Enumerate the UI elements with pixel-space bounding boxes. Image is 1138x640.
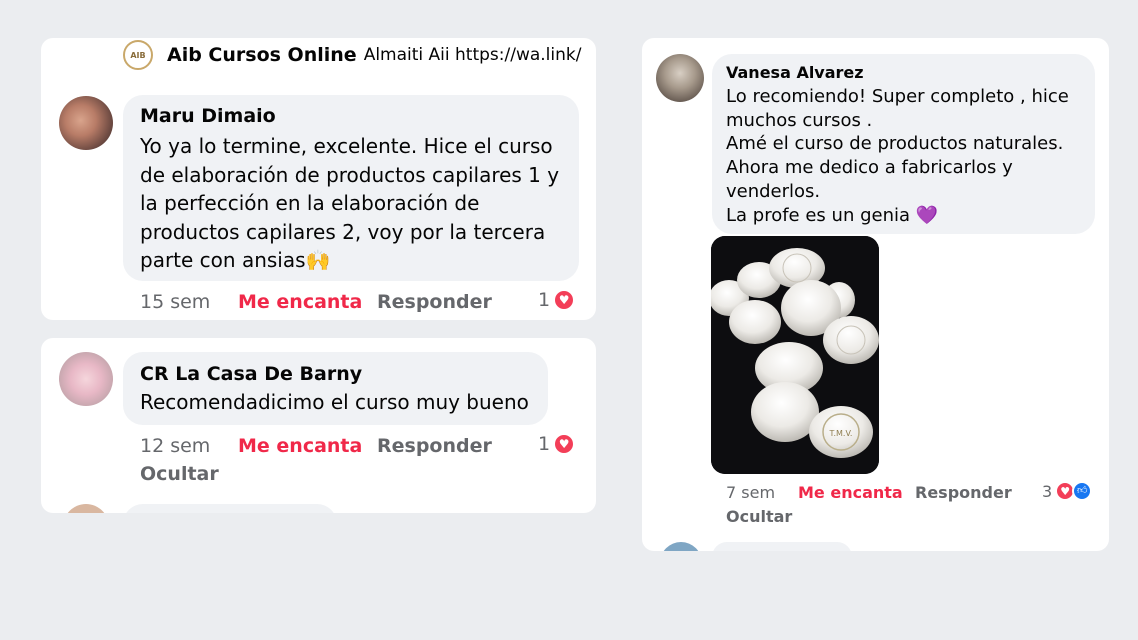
soap-photo-image: T.M.V. xyxy=(711,236,879,474)
comment-author[interactable]: CR La Casa De Barny xyxy=(140,363,362,385)
comment-time[interactable]: 15 sem xyxy=(140,291,210,313)
love-button[interactable]: Me encanta xyxy=(238,435,362,457)
comment-bubble: CR La Casa De Barny Recomendadicimo el c… xyxy=(123,352,548,425)
reply-button[interactable]: Responder xyxy=(377,291,492,313)
comment-line: venderlos. xyxy=(726,180,821,202)
comment-line: Amé el curso de productos naturales. xyxy=(726,133,1064,155)
comment-bubble xyxy=(123,504,337,513)
hide-button[interactable]: Ocultar xyxy=(140,463,219,485)
reply-preview[interactable]: AIB Aib Cursos Online Almaiti Aii https:… xyxy=(123,38,583,72)
comment-line: Ahora me dedico a fabricarlos y xyxy=(726,157,1013,179)
reaction-number: 1 xyxy=(538,289,551,311)
reply-text: Almaiti Aii https://wa.link/n… xyxy=(363,45,583,65)
svg-text:T.M.V.: T.M.V. xyxy=(829,429,853,438)
heart-icon: ♥ xyxy=(553,289,576,311)
comment-time[interactable]: 12 sem xyxy=(140,435,210,457)
comment-line: parte con ansias🙌 xyxy=(140,248,331,272)
comment-bubble: Maru Dimaio Yo ya lo termine, excelente.… xyxy=(123,95,579,281)
comment-text: Lo recomiendo! Super completo , hice muc… xyxy=(726,85,1069,227)
comment-card-barny: CR La Casa De Barny Recomendadicimo el c… xyxy=(41,338,596,513)
comment-line: Yo ya lo termine, excelente. Hice el cur… xyxy=(140,134,553,158)
comment-text: Recomendadicimo el curso muy bueno xyxy=(140,390,529,414)
reaction-count[interactable]: 1 ♥ xyxy=(538,433,576,455)
comment-bubble: Vanesa Alvarez Lo recomiendo! Super comp… xyxy=(712,54,1095,234)
reply-button[interactable]: Responder xyxy=(377,435,492,457)
avatar[interactable] xyxy=(63,504,109,513)
avatar[interactable] xyxy=(656,54,704,102)
comment-line: de elaboración de productos capilares 1 … xyxy=(140,162,560,187)
reaction-count[interactable]: 1 ♥ xyxy=(538,289,576,311)
reply-author[interactable]: Aib Cursos Online xyxy=(167,44,357,66)
heart-icon: ♥ xyxy=(553,433,576,455)
comment-text: Yo ya lo termine, excelente. Hice el cur… xyxy=(140,132,559,275)
comment-photo[interactable]: T.M.V. xyxy=(711,236,879,474)
hide-button[interactable]: Ocultar xyxy=(726,507,792,526)
comment-line: La profe es un genia 💜 xyxy=(726,204,939,226)
comment-line: Lo recomiendo! Super completo , hice xyxy=(726,86,1069,107)
avatar[interactable] xyxy=(59,352,113,406)
comment-bubble xyxy=(712,542,852,551)
reaction-count[interactable]: 3 ♥ 👍︎ xyxy=(1042,481,1093,501)
love-button[interactable]: Me encanta xyxy=(238,291,362,313)
comment-line: muchos cursos . xyxy=(726,109,873,131)
comment-card-maru: AIB Aib Cursos Online Almaiti Aii https:… xyxy=(41,38,596,320)
avatar[interactable] xyxy=(660,542,702,551)
reply-button[interactable]: Responder xyxy=(915,483,1012,502)
comment-line: la perfección en la elaboración de xyxy=(140,191,480,215)
avatar[interactable] xyxy=(59,96,113,150)
reaction-number: 1 xyxy=(538,433,551,455)
comment-author[interactable]: Maru Dimaio xyxy=(140,105,276,127)
love-button[interactable]: Me encanta xyxy=(798,483,903,502)
page-logo: AIB xyxy=(123,40,153,70)
like-icon: 👍︎ xyxy=(1072,481,1093,501)
comment-time[interactable]: 7 sem xyxy=(726,483,775,502)
comment-author[interactable]: Vanesa Alvarez xyxy=(726,63,864,82)
comment-line: productos capilares 2, voy por la tercer… xyxy=(140,219,546,244)
reaction-number: 3 xyxy=(1042,481,1053,501)
comment-card-vanesa: Vanesa Alvarez Lo recomiendo! Super comp… xyxy=(642,38,1109,551)
